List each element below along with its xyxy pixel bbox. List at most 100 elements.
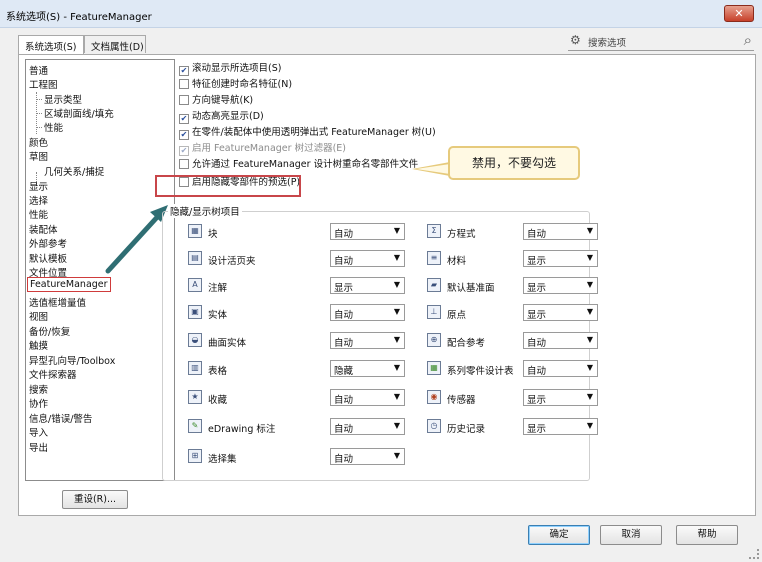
- select-value: 显示: [527, 310, 547, 321]
- nav-item-backup[interactable]: 备份/恢复: [29, 324, 70, 338]
- option-label: 在零件/装配体中使用透明弹出式 FeatureManager 树(U): [192, 127, 436, 138]
- blocks-select[interactable]: 自动 ▼: [330, 223, 405, 240]
- nav-item-area-hatch[interactable]: 区域剖面线/填充: [44, 106, 114, 120]
- material-icon: ≡: [427, 251, 441, 265]
- tree-item-design-table: ▦ 系列零件设计表 自动 ▼: [427, 360, 599, 378]
- tables-select[interactable]: 隐藏 ▼: [330, 360, 405, 377]
- favorites-select[interactable]: 自动 ▼: [330, 389, 405, 406]
- nav-item-general[interactable]: 普通: [29, 63, 48, 77]
- chevron-down-icon: ▼: [586, 307, 593, 316]
- tree-item-solid-bodies: ▣ 实体 自动 ▼: [188, 304, 408, 322]
- annotation-icon: A: [188, 278, 202, 292]
- solid-bodies-select[interactable]: 自动 ▼: [330, 304, 405, 321]
- option-scroll-selected[interactable]: ✔ 滚动显示所选项目(S): [179, 60, 281, 76]
- default-planes-select[interactable]: 显示 ▼: [523, 277, 598, 294]
- nav-item-selection[interactable]: 选择: [29, 193, 48, 207]
- gear-icon[interactable]: ⚙: [570, 33, 581, 47]
- surface-bodies-select[interactable]: 自动 ▼: [330, 332, 405, 349]
- select-value: 自动: [334, 310, 354, 321]
- select-value: 显示: [527, 256, 547, 267]
- option-name-on-creation[interactable]: 特征创建时命名特征(N): [179, 76, 293, 90]
- item-label: 注解: [208, 283, 228, 294]
- select-value: 自动: [334, 424, 354, 435]
- mate-reference-icon: ⊕: [427, 333, 441, 347]
- nav-item-messages[interactable]: 信息/错误/警告: [29, 411, 92, 425]
- checkbox-unchecked[interactable]: [179, 79, 189, 89]
- nav-item-search[interactable]: 搜索: [29, 382, 48, 396]
- option-label: 特征创建时命名特征(N): [192, 79, 293, 90]
- nav-item-display-style[interactable]: 显示类型: [44, 92, 82, 106]
- select-value: 自动: [334, 338, 354, 349]
- checkbox-checked-disabled: ✔: [179, 146, 189, 156]
- mate-references-select[interactable]: 自动 ▼: [523, 332, 598, 349]
- checkbox-checked[interactable]: ✔: [179, 114, 189, 124]
- selection-sets-select[interactable]: 自动 ▼: [330, 448, 405, 465]
- nav-item-import[interactable]: 导入: [29, 425, 48, 439]
- nav-item-sketch[interactable]: 草图: [29, 149, 48, 163]
- nav-item-assemblies[interactable]: 装配体: [29, 222, 58, 236]
- checkbox-checked[interactable]: ✔: [179, 130, 189, 140]
- item-label: 原点: [447, 310, 467, 321]
- nav-item-spin-box[interactable]: 选值框增量值: [29, 295, 86, 309]
- tab-system-options[interactable]: 系统选项(S): [18, 35, 84, 54]
- option-transparent-flyout[interactable]: ✔ 在零件/装配体中使用透明弹出式 FeatureManager 树(U): [179, 124, 436, 140]
- origin-select[interactable]: 显示 ▼: [523, 304, 598, 321]
- option-arrow-key-navigation[interactable]: 方向键导航(K): [179, 92, 253, 106]
- material-select[interactable]: 显示 ▼: [523, 250, 598, 267]
- nav-item-featuremanager[interactable]: FeatureManager: [27, 277, 111, 292]
- select-value: 显示: [527, 395, 547, 406]
- nav-item-external-references[interactable]: 外部参考: [29, 236, 67, 250]
- nav-item-colors[interactable]: 颜色: [29, 135, 48, 149]
- close-button[interactable]: ✕: [724, 5, 754, 22]
- nav-item-export[interactable]: 导出: [29, 440, 48, 454]
- sensors-select[interactable]: 显示 ▼: [523, 389, 598, 406]
- tree-item-tables: ▥ 表格 隐藏 ▼: [188, 360, 408, 378]
- nav-item-drawings[interactable]: 工程图: [29, 77, 58, 91]
- chevron-down-icon: ▼: [586, 363, 593, 372]
- nav-item-view[interactable]: 视图: [29, 309, 48, 323]
- cancel-button[interactable]: 取消: [600, 525, 662, 545]
- tree-item-blocks: ▦ 块 自动 ▼: [188, 223, 408, 241]
- nav-item-file-explorer[interactable]: 文件探索器: [29, 367, 77, 381]
- solid-body-icon: ▣: [188, 305, 202, 319]
- edrawing-markup-icon: ✎: [188, 419, 202, 433]
- window-title: 系统选项(S) - FeatureManager: [6, 12, 152, 23]
- nav-item-performance[interactable]: 性能: [29, 207, 48, 221]
- search-icon[interactable]: ⌕: [744, 31, 752, 49]
- option-rename-component-files[interactable]: 允许通过 FeatureManager 设计树重命名零部件文件: [179, 156, 418, 170]
- reset-button[interactable]: 重设(R)...: [62, 490, 128, 509]
- checkbox-checked[interactable]: ✔: [179, 66, 189, 76]
- select-value: 自动: [527, 366, 547, 377]
- search-field[interactable]: ⚙ 搜索选项 ⌕: [568, 31, 754, 51]
- checkbox-unchecked[interactable]: [179, 95, 189, 105]
- nav-item-relations-snaps[interactable]: 几何关系/捕捉: [44, 164, 104, 178]
- annotations-select[interactable]: 显示 ▼: [330, 277, 405, 294]
- design-binder-select[interactable]: 自动 ▼: [330, 250, 405, 267]
- item-label: 块: [208, 229, 218, 240]
- surface-body-icon: ◒: [188, 333, 202, 347]
- search-placeholder: 搜索选项: [588, 38, 627, 49]
- item-label: 系列零件设计表: [447, 366, 514, 377]
- nav-item-hole-wizard[interactable]: 异型孔向导/Toolbox: [29, 353, 115, 367]
- history-select[interactable]: 显示 ▼: [523, 418, 598, 435]
- ok-button[interactable]: 确定: [528, 525, 590, 545]
- option-dynamic-highlight[interactable]: ✔ 动态高亮显示(D): [179, 108, 264, 124]
- design-table-select[interactable]: 自动 ▼: [523, 360, 598, 377]
- category-tree[interactable]: 普通 工程图 显示类型 区域剖面线/填充 性能 颜色 草图 几何关系/捕捉 显示…: [25, 59, 175, 481]
- tab-document-properties[interactable]: 文档属性(D): [84, 35, 146, 53]
- checkbox-unchecked[interactable]: [179, 159, 189, 169]
- chevron-down-icon: ▼: [393, 280, 400, 289]
- nav-item-display[interactable]: 显示: [29, 179, 48, 193]
- nav-item-collaboration[interactable]: 协作: [29, 396, 48, 410]
- nav-item-touch[interactable]: 触摸: [29, 338, 48, 352]
- help-button[interactable]: 帮助: [676, 525, 738, 545]
- option-label: 启用 FeatureManager 树过滤器(E): [192, 143, 346, 154]
- nav-item-drawing-performance[interactable]: 性能: [44, 120, 63, 134]
- equations-select[interactable]: 自动 ▼: [523, 223, 598, 240]
- item-label: 表格: [208, 366, 228, 377]
- nav-item-default-templates[interactable]: 默认模板: [29, 251, 67, 265]
- resize-grip[interactable]: [749, 549, 759, 559]
- callout-tail-inner: [416, 164, 450, 174]
- edrawing-markup-select[interactable]: 自动 ▼: [330, 418, 405, 435]
- tree-item-sensors: ◉ 传感器 显示 ▼: [427, 389, 599, 407]
